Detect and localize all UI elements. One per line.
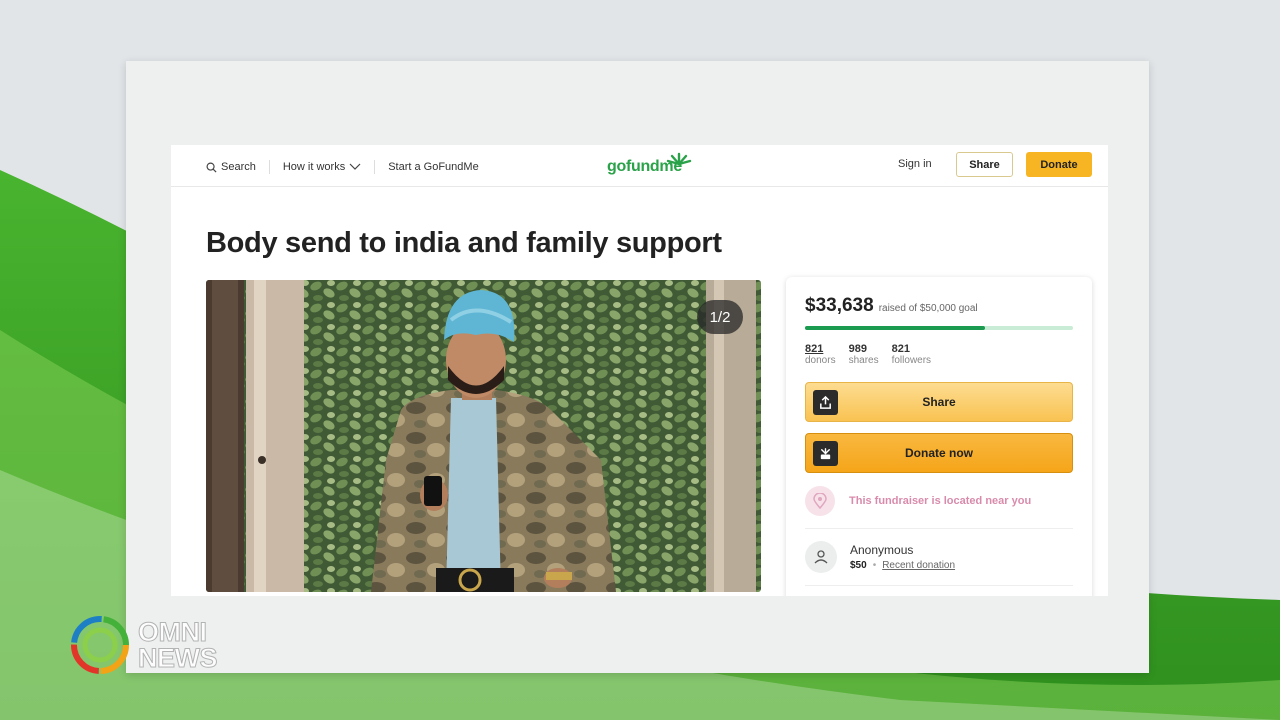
donor-name: Anonymous <box>850 543 914 557</box>
gofundme-page: Search How it works Start a GoFundMe gof… <box>171 145 1108 596</box>
divider <box>805 585 1073 586</box>
search-link[interactable]: Search <box>206 161 256 173</box>
start-gofundme-link[interactable]: Start a GoFundMe <box>388 161 479 173</box>
share-button[interactable]: Share <box>805 382 1073 422</box>
campaign-photo[interactable]: 1/2 <box>206 280 761 592</box>
search-label: Search <box>221 161 256 173</box>
stat-number: 821 <box>805 343 824 355</box>
donation-card: $33,638 raised of $50,000 goal 821 donor… <box>786 277 1092 596</box>
nav-left: Search How it works Start a GoFundMe <box>206 157 479 177</box>
chevron-down-icon <box>349 163 361 170</box>
stat-label: donors <box>805 355 836 366</box>
how-it-works-menu[interactable]: How it works <box>283 161 361 173</box>
stat-number: 821 <box>891 343 910 355</box>
omni-ring-icon <box>71 616 129 674</box>
nav-divider <box>374 160 376 174</box>
progress-bar <box>805 326 1073 330</box>
campaign-title: Body send to india and family support <box>206 227 722 259</box>
site-header: Search How it works Start a GoFundMe gof… <box>171 145 1108 187</box>
how-it-works-label: How it works <box>282 161 346 173</box>
location-notice-text: This fundraiser is located near you <box>849 495 1032 507</box>
donor-details: Anonymous $50 • Recent donation <box>850 543 955 571</box>
location-pin-icon <box>805 486 835 516</box>
stat-number: 989 <box>848 343 867 355</box>
share-button-label: Share <box>922 395 956 409</box>
omni-news-logo: OMNI NEWS <box>68 613 228 677</box>
sign-in-link[interactable]: Sign in <box>898 158 932 170</box>
search-icon <box>206 162 217 173</box>
goal-text: raised of $50,000 goal <box>878 303 978 314</box>
donor-amount: $50 <box>850 560 867 571</box>
logo-sprout-icon <box>666 152 692 166</box>
donor-line: $50 • Recent donation <box>850 560 955 571</box>
nav-divider <box>268 160 270 174</box>
stat-label: shares <box>848 355 879 366</box>
donor-hand-icon <box>805 541 837 573</box>
stat-label: followers <box>891 355 932 366</box>
stat-followers: 821 followers <box>892 343 931 366</box>
header-donate-button[interactable]: Donate <box>1026 152 1092 177</box>
news-text: NEWS <box>138 643 219 674</box>
browser-panel: Search How it works Start a GoFundMe gof… <box>126 61 1149 673</box>
photo-counter[interactable]: 1/2 <box>697 300 743 334</box>
stat-donors[interactable]: 821 donors <box>805 343 836 366</box>
divider <box>805 528 1073 529</box>
recent-donation-link[interactable]: Recent donation <box>882 560 955 571</box>
progress-fill <box>805 326 985 330</box>
stat-shares: 989 shares <box>849 343 879 366</box>
donate-now-button[interactable]: Donate now <box>805 433 1073 473</box>
gofundme-logo[interactable]: gofundme <box>607 152 697 179</box>
campaign-photo-image <box>206 280 761 592</box>
separator-dot: • <box>872 560 877 571</box>
header-share-button[interactable]: Share <box>956 152 1013 177</box>
raised-summary: $33,638 raised of $50,000 goal <box>805 295 978 317</box>
location-notice: This fundraiser is located near you <box>805 486 1031 516</box>
donate-hand-icon <box>813 441 838 466</box>
share-icon <box>813 390 838 415</box>
start-gofundme-label: Start a GoFundMe <box>388 161 479 173</box>
recent-donor: Anonymous $50 • Recent donation <box>805 541 955 573</box>
raised-amount: $33,638 <box>805 295 874 316</box>
stats-row: 821 donors 989 shares 821 followers <box>805 343 931 366</box>
donate-now-label: Donate now <box>905 446 973 460</box>
